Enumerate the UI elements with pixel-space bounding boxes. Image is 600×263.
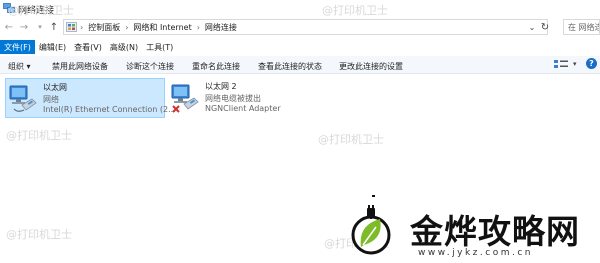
network-adapter-icon <box>9 85 37 112</box>
menu-advanced[interactable]: 高级(N) <box>106 40 142 54</box>
menu-bar: 文件(F) 编辑(E) 查看(V) 高级(N) 工具(T) <box>0 40 600 54</box>
forward-arrow-icon[interactable]: → <box>17 19 31 35</box>
watermark-text: @打印机卫士 <box>322 4 388 17</box>
breadcrumb-chevron-icon[interactable]: › <box>125 23 128 32</box>
breadcrumb-chevron-icon[interactable]: › <box>197 23 200 32</box>
breadcrumb-network-internet[interactable]: 网络和 Internet <box>133 22 191 33</box>
connection-status: 网络 <box>43 95 59 104</box>
connection-status: 网络电缆被拔出 <box>205 94 261 103</box>
view-status-button[interactable]: 查看此连接的状态 <box>258 61 322 72</box>
watermark-text: @打印机卫士 <box>8 4 74 17</box>
dot-mark <box>372 195 375 197</box>
network-adapter-disconnected-icon <box>171 84 199 113</box>
connection-name: 以太网 <box>43 83 67 92</box>
menu-view[interactable]: 查看(V) <box>70 40 106 54</box>
help-icon[interactable]: ? <box>586 58 597 69</box>
title-bar <box>0 0 600 18</box>
menu-tools[interactable]: 工具(T) <box>142 40 177 54</box>
search-placeholder: 在 网络连接 中搜索 <box>568 23 599 32</box>
watermark-text: @打印机卫士 <box>6 228 72 241</box>
back-arrow-icon[interactable]: ← <box>2 19 16 35</box>
control-panel-folder-icon <box>66 22 77 32</box>
organize-button[interactable]: 组织 ▾ <box>8 61 31 72</box>
search-input[interactable]: 在 网络连接 中搜索 <box>563 19 600 35</box>
change-view-icon[interactable] <box>553 59 569 71</box>
menu-edit[interactable]: 编辑(E) <box>35 40 70 54</box>
breadcrumb-control-panel[interactable]: 控制面板 <box>88 22 120 33</box>
refresh-icon[interactable]: ↻ <box>540 20 550 34</box>
breadcrumb-chevron-icon[interactable]: › <box>80 23 83 32</box>
breadcrumb-network-connections[interactable]: 网络连接 <box>205 22 237 33</box>
up-arrow-icon[interactable]: ↑ <box>47 19 61 35</box>
breadcrumb: › 控制面板 › 网络和 Internet › 网络连接 <box>80 21 237 33</box>
connection-device: Intel(R) Ethernet Connection (2... <box>43 105 176 114</box>
disable-device-button[interactable]: 禁用此网络设备 <box>52 61 108 72</box>
diagnose-button[interactable]: 诊断这个连接 <box>126 61 174 72</box>
connection-item-ethernet-2[interactable]: 以太网 2 网络电缆被拔出 NGNClient Adapter <box>168 78 328 118</box>
watermark-text: @打印机卫士 <box>318 133 384 146</box>
menu-file[interactable]: 文件(F) <box>0 40 35 54</box>
connection-device: NGNClient Adapter <box>205 104 281 113</box>
view-options-dropdown-icon[interactable]: ▾ <box>573 60 577 68</box>
recent-dropdown-icon[interactable]: ▾ <box>33 19 47 35</box>
change-settings-button[interactable]: 更改此连接的设置 <box>339 61 403 72</box>
rename-button[interactable]: 重命名此连接 <box>192 61 240 72</box>
watermark-text: @打印机卫士 <box>6 129 72 142</box>
leaf-plug-logo-icon <box>351 205 391 255</box>
connection-item-ethernet[interactable]: 以太网 网络 Intel(R) Ethernet Connection (2..… <box>5 78 176 118</box>
brand-watermark-url: www.jykz.com.cn <box>418 248 533 258</box>
connection-name: 以太网 2 <box>205 82 237 91</box>
brand-watermark-title: 金烨攻略网 <box>410 212 580 251</box>
address-history-dropdown-icon[interactable]: ⌄ <box>527 20 537 34</box>
